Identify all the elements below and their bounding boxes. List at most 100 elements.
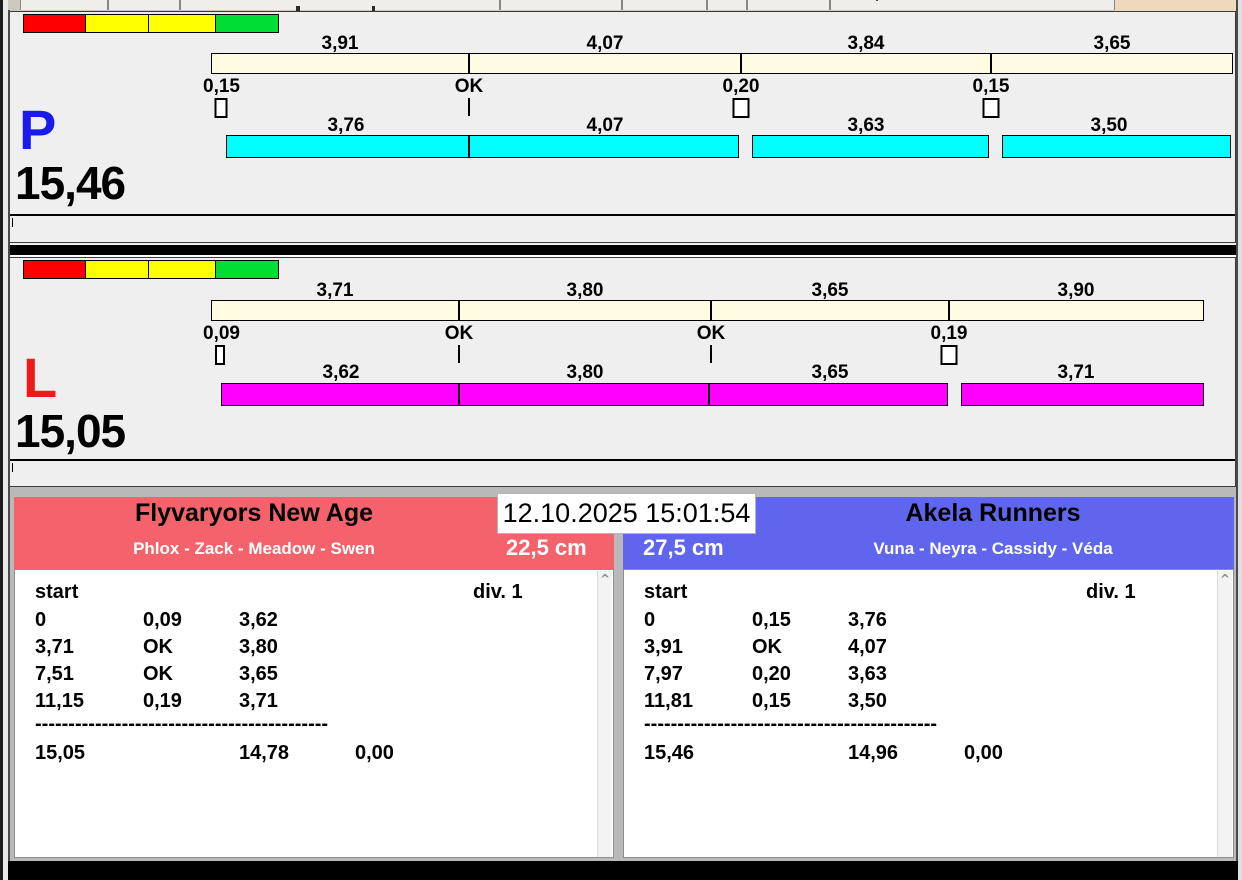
lane-total-time: 15,46 (15, 157, 126, 209)
run-bar-segment (222, 384, 460, 405)
fault-marker-box (732, 98, 750, 118)
total-diff: 0,00 (964, 742, 1003, 764)
row-dev: 0,09 (143, 609, 182, 631)
team-panel-right: Akela Runners Vuna - Neyra - Cassidy - V… (623, 497, 1234, 858)
row-dev: 0,15 (752, 609, 791, 631)
plan-value: 3,91 (321, 33, 359, 54)
lane-status-strip (9, 459, 1235, 489)
row-dev: OK (143, 663, 173, 685)
toolbar-button[interactable] (500, 0, 622, 10)
toolbar-button[interactable] (20, 0, 108, 10)
row-time: 3,91 (644, 636, 683, 658)
row-time: 7,97 (644, 663, 683, 685)
row-dev: OK (143, 636, 173, 658)
split-value: OK (696, 323, 726, 344)
traffic-light-bar (23, 14, 279, 33)
row-split: 4,07 (848, 636, 887, 658)
row-split: 3,50 (848, 690, 887, 712)
plan-bar-segment (742, 54, 992, 73)
plan-bar-segment (992, 54, 1232, 73)
plan-bar (211, 53, 1233, 74)
toolbar-button[interactable] (830, 0, 1115, 10)
traffic-yellow-block (148, 260, 216, 279)
window-left-border (8, 10, 10, 861)
toolbar-button[interactable] (108, 0, 180, 10)
team-panel-left: Flyvaryors New Age Phlox - Zack - Meadow… (14, 497, 614, 858)
table-scrollbar[interactable]: ^ (1217, 571, 1232, 857)
run-value: 4,07 (586, 115, 624, 136)
run-value: 3,76 (327, 115, 365, 136)
row-time: 11,15 (35, 690, 84, 712)
plan-bar-segment (712, 301, 950, 320)
row-split: 3,65 (239, 663, 278, 685)
run-bar-segment (1002, 135, 1231, 158)
run-value: 3,50 (1090, 115, 1128, 136)
row-split: 3,76 (848, 609, 887, 631)
lane-panel-l: 3,71 3,80 3,65 3,90 0,09 OK OK 0,19 3,62… (8, 257, 1236, 487)
fault-marker-box (982, 98, 1000, 118)
plan-value: 3,84 (847, 33, 885, 54)
run-bar (221, 383, 948, 406)
run-value: 3,71 (1057, 362, 1095, 383)
plan-bar-segment (470, 54, 742, 73)
row-split: 3,71 (239, 690, 278, 712)
toolbar-button[interactable] (622, 0, 707, 10)
table-div-label: div. 1 (473, 581, 523, 603)
lane-panel-p: 3,91 4,07 3,84 3,65 0,15 OK 0,20 0,15 3,… (8, 11, 1236, 243)
plan-value: 3,71 (316, 280, 354, 301)
run-value: 3,63 (847, 115, 885, 136)
fault-marker-box (940, 345, 958, 365)
total-diff: 0,00 (355, 742, 394, 764)
scroll-up-icon[interactable]: ^ (598, 572, 612, 586)
dropdown-chevron-icon[interactable]: ˅ (874, 0, 880, 11)
ok-tick-mark (710, 345, 712, 363)
datetime-display: 12.10.2025 15:01:54 (497, 493, 756, 534)
window-right-border (1238, 0, 1242, 880)
plan-value: 3,90 (1057, 280, 1095, 301)
split-value: 0,15 (203, 76, 240, 97)
team-members: Phlox - Zack - Meadow - Swen (133, 539, 375, 558)
table-scrollbar[interactable]: ^ (597, 571, 612, 857)
plan-bar-segment (950, 301, 1203, 320)
row-time: 7,51 (35, 663, 74, 685)
bottom-black-bar (0, 861, 1242, 880)
total-sum: 14,78 (239, 742, 290, 764)
run-value: 3,65 (811, 362, 849, 383)
fault-marker-box (214, 98, 228, 118)
team-name: Flyvaryors New Age (134, 499, 374, 527)
fault-marker-box (215, 345, 225, 365)
total-time: 15,05 (35, 742, 86, 764)
table-start-label: start (35, 581, 79, 603)
table-separator: ----------------------------------------… (644, 713, 938, 735)
plan-value: 3,65 (811, 280, 849, 301)
table-separator: ----------------------------------------… (35, 713, 329, 735)
run-bar-segment (460, 384, 710, 405)
ok-tick-mark (458, 345, 460, 363)
plan-value: 3,65 (1093, 33, 1131, 54)
split-value: OK (454, 76, 484, 97)
row-time: 3,71 (35, 636, 74, 658)
lane-total-time: 15,05 (15, 405, 126, 457)
row-dev: 0,20 (752, 663, 791, 685)
split-value: 0,19 (930, 323, 968, 344)
toolbar-button[interactable] (747, 0, 830, 10)
run-value: 3,62 (322, 362, 360, 383)
traffic-yellow-block (85, 260, 149, 279)
plan-value: 3,80 (566, 280, 604, 301)
toolbar-button[interactable] (707, 0, 747, 10)
total-time: 15,46 (644, 742, 695, 764)
app-window: ˅ 3,91 4,07 3,84 3,65 0,15 OK 0,20 0,15 … (0, 0, 1242, 880)
plan-bar (211, 300, 1204, 321)
traffic-yellow-block (85, 14, 149, 33)
toolbar-button[interactable] (180, 0, 500, 10)
split-value: 0,15 (972, 76, 1010, 97)
hurdle-height: 22,5 cm (506, 535, 587, 560)
run-bar (226, 135, 739, 158)
run-bar-segment (961, 383, 1204, 406)
row-dev: 0,19 (143, 690, 182, 712)
lane-separator (8, 245, 1236, 255)
team-results-area: Flyvaryors New Age Phlox - Zack - Meadow… (8, 487, 1236, 861)
traffic-green-block (215, 14, 279, 33)
table-div-label: div. 1 (1086, 581, 1136, 603)
scroll-up-icon[interactable]: ^ (1218, 572, 1232, 586)
